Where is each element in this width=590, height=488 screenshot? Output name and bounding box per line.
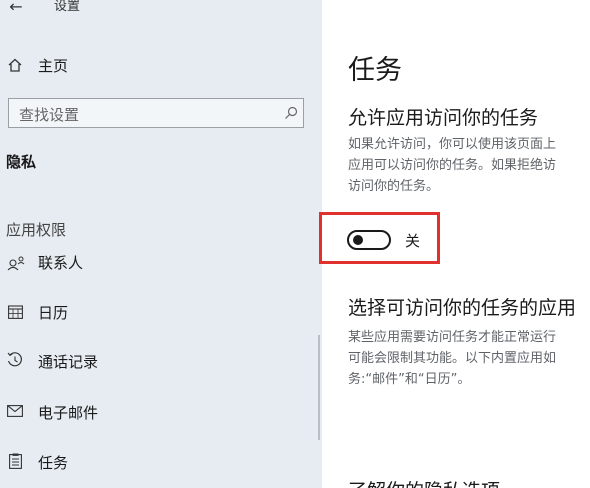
tasks-icon [7, 452, 23, 470]
sidebar-scrollbar[interactable] [318, 335, 320, 440]
tasks-access-toggle[interactable] [347, 230, 391, 250]
section-description: 访问你的任务。 [348, 179, 440, 194]
sidebar: ← 设置 主页 查找设置 隐私 应用权限 联系人 日历 通话记录 电子邮件 任务 [0, 0, 322, 488]
sidebar-item-label: 通话记录 [38, 353, 99, 371]
sidebar-item-label: 电子邮件 [38, 404, 99, 422]
page-title: 任务 [348, 55, 402, 86]
sidebar-item-label: 日历 [38, 304, 69, 322]
search-icon[interactable] [283, 105, 299, 121]
sidebar-item-label: 任务 [38, 454, 69, 472]
calendar-icon [6, 303, 24, 321]
section-heading-allow-access: 允许应用访问你的任务 [348, 107, 539, 129]
section-description: 可能会限制其功能。以下内置应用如 [348, 351, 557, 366]
section-heading-choose-apps: 选择可访问你的任务的应用 [348, 297, 577, 319]
sidebar-item-label: 联系人 [38, 254, 84, 272]
home-icon [6, 56, 24, 74]
email-icon [6, 403, 24, 419]
section-title: 隐私 [6, 153, 37, 171]
search-input[interactable]: 查找设置 [8, 98, 304, 128]
back-arrow-icon[interactable]: ← [6, 0, 26, 15]
contacts-icon [6, 254, 28, 272]
sidebar-home-label: 主页 [38, 57, 69, 75]
section-description: 务:“邮件”和“日历”。 [348, 372, 471, 387]
section-description: 应用可以访问你的任务。如果拒绝访 [348, 158, 557, 173]
section-heading-privacy-options: 了解你的隐私选项 [348, 476, 500, 488]
group-title: 应用权限 [6, 221, 67, 239]
section-description: 某些应用需要访问任务才能正常运行 [348, 330, 557, 345]
call-history-icon [6, 351, 24, 369]
window-title: 设置 [54, 0, 81, 14]
toggle-state-label: 关 [405, 232, 421, 250]
section-description: 如果允许访问，你可以使用该页面上 [348, 137, 557, 152]
search-placeholder: 查找设置 [19, 106, 80, 124]
toggle-knob [353, 235, 363, 245]
